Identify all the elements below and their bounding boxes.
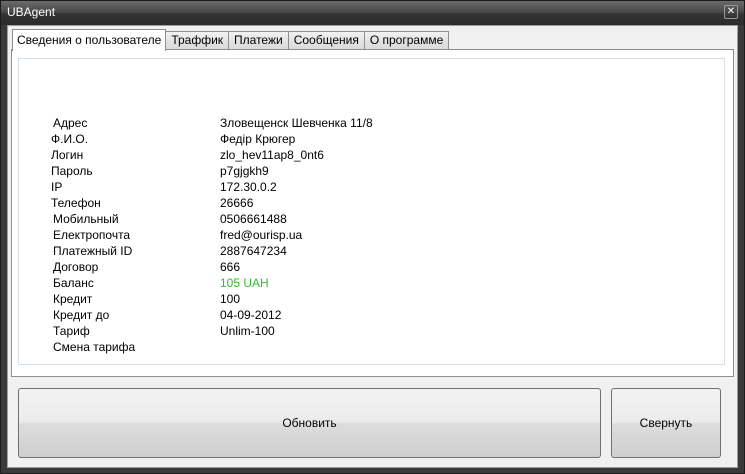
user-info-group: Адрес Зловещенск Шевченка 11/8 Ф.И.О. Фе… xyxy=(18,58,725,365)
info-label: IP xyxy=(51,180,63,194)
info-label: Телефон xyxy=(51,196,101,210)
info-label: Пароль xyxy=(51,164,93,178)
minimize-button[interactable]: Свернуть xyxy=(611,388,721,458)
info-row-address: Адрес Зловещенск Шевченка 11/8 xyxy=(19,116,719,132)
balance-value: 105 UAH xyxy=(220,276,269,290)
info-value: 0506661488 xyxy=(220,212,287,226)
info-row-fullname: Ф.И.О. Федір Крюгер xyxy=(19,132,719,148)
info-label: Ф.И.О. xyxy=(51,132,89,146)
info-value: 100 xyxy=(220,292,241,306)
close-icon[interactable]: ✕ xyxy=(724,5,738,19)
user-info-panel: Адрес Зловещенск Шевченка 11/8 Ф.И.О. Фе… xyxy=(11,49,734,377)
info-row-password: Пароль p7gjgkh9 xyxy=(19,164,719,180)
info-label: Договор xyxy=(53,260,99,274)
info-value: 2887647234 xyxy=(220,244,287,258)
tab-bar: Сведения о пользователе Траффик Платежи … xyxy=(12,29,450,51)
info-row-email: Електропочта fred@ourisp.ua xyxy=(19,228,719,244)
info-value: Федір Крюгер xyxy=(220,132,296,146)
info-label: Платежный ID xyxy=(53,244,133,258)
info-label: Кредит xyxy=(53,292,93,306)
info-row-credit-until: Кредит до 04-09-2012 xyxy=(19,308,719,324)
tab-messages[interactable]: Сообщения xyxy=(287,31,365,50)
refresh-button[interactable]: Обновить xyxy=(18,388,601,458)
info-row-tariff: Тариф Unlim-100 xyxy=(19,324,719,340)
app-window: UBAgent ✕ Сведения о пользователе Траффи… xyxy=(0,0,745,474)
info-value: 172.30.0.2 xyxy=(220,180,277,194)
info-row-contract: Договор 666 xyxy=(19,260,719,276)
info-label: Тариф xyxy=(53,324,90,338)
info-value: Unlim-100 xyxy=(220,324,275,338)
tab-payments[interactable]: Платежи xyxy=(228,31,289,50)
title-bar[interactable]: UBAgent ✕ xyxy=(1,1,744,25)
info-label: Баланс xyxy=(53,276,94,290)
info-row-balance: Баланс 105 UAH xyxy=(19,276,719,292)
info-row-payment-id: Платежный ID 2887647234 xyxy=(19,244,719,260)
info-value: Зловещенск Шевченка 11/8 xyxy=(220,116,373,130)
client-area: Сведения о пользователе Траффик Платежи … xyxy=(7,25,738,468)
info-value: 26666 xyxy=(220,196,254,210)
info-row-phone: Телефон 26666 xyxy=(19,196,719,212)
window-title: UBAgent xyxy=(7,5,56,19)
tab-traffic[interactable]: Траффик xyxy=(165,31,230,50)
info-value: zlo_hev11ap8_0nt6 xyxy=(220,148,324,162)
tab-user-info[interactable]: Сведения о пользователе xyxy=(12,29,167,51)
info-label: Адрес xyxy=(53,116,88,130)
info-row-login: Логин zlo_hev11ap8_0nt6 xyxy=(19,148,719,164)
info-value: 04-09-2012 xyxy=(220,308,282,322)
info-label: Логин xyxy=(51,148,84,162)
info-value: 666 xyxy=(220,260,241,274)
info-label: Електропочта xyxy=(53,228,131,242)
info-value: fred@ourisp.ua xyxy=(220,228,303,242)
info-row-ip: IP 172.30.0.2 xyxy=(19,180,719,196)
info-label: Кредит до xyxy=(53,308,110,322)
info-row-tariff-change: Смена тарифа xyxy=(19,340,719,356)
info-row-credit: Кредит 100 xyxy=(19,292,719,308)
info-label: Мобильный xyxy=(53,212,119,226)
tab-about[interactable]: О программе xyxy=(363,31,450,50)
info-value: p7gjgkh9 xyxy=(220,164,269,178)
info-label: Смена тарифа xyxy=(53,340,136,354)
info-row-mobile: Мобильный 0506661488 xyxy=(19,212,719,228)
